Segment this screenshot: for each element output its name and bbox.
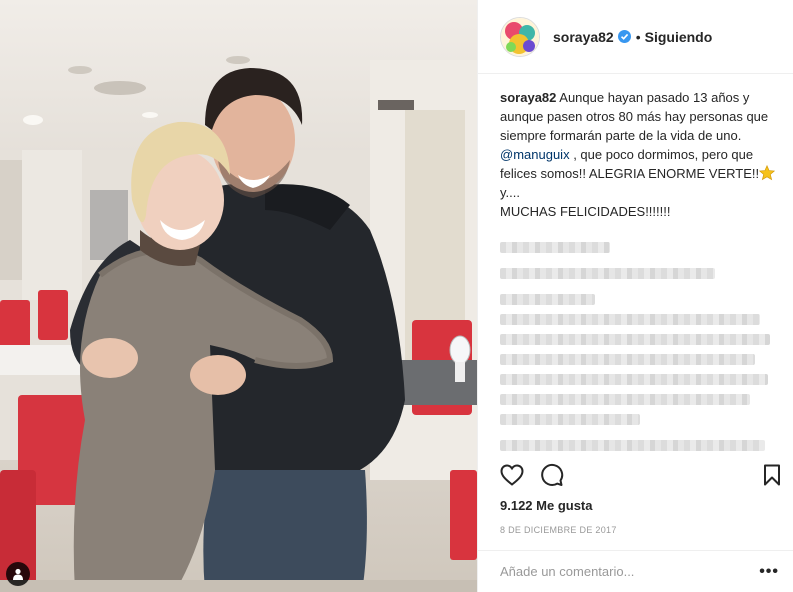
blurred-comment <box>500 334 770 345</box>
caption-text-3: MUCHAS FELICIDADES!!!!!!! <box>500 204 671 219</box>
photo-illustration <box>0 0 477 592</box>
star-emoji-icon <box>759 165 776 181</box>
comment-input[interactable] <box>500 564 760 579</box>
likes-count[interactable]: 9.122 Me gusta <box>500 498 593 513</box>
blurred-comment <box>500 394 750 405</box>
caption-block: soraya82 Aunque hayan pasado 13 años y a… <box>500 88 776 221</box>
post-date[interactable]: 8 DE DICIEMBRE DE 2017 <box>500 525 617 535</box>
comment-bubble-icon <box>541 463 564 486</box>
like-button[interactable] <box>500 463 524 491</box>
following-button[interactable]: Siguiendo <box>645 29 713 45</box>
avatar[interactable] <box>500 16 540 57</box>
blurred-comment <box>500 440 765 451</box>
blurred-comment <box>500 374 768 385</box>
post-header: soraya82 • Siguiendo <box>478 0 793 74</box>
action-bar <box>500 462 781 492</box>
header-username[interactable]: soraya82 <box>553 29 614 45</box>
caption-username[interactable]: soraya82 <box>500 90 556 105</box>
caption-paragraph-1: soraya82 Aunque hayan pasado 13 años y a… <box>500 88 776 221</box>
header-separator: • <box>635 28 641 45</box>
blurred-comment <box>500 414 640 425</box>
more-options-button[interactable]: ••• <box>759 563 779 581</box>
verified-badge-icon <box>617 30 631 43</box>
save-button[interactable] <box>763 464 781 491</box>
instagram-post: soraya82 • Siguiendo soraya82 Aunque hay… <box>0 0 793 592</box>
tagged-user-icon <box>13 568 23 580</box>
blurred-comment <box>500 294 595 305</box>
post-photo[interactable] <box>0 0 477 592</box>
mention-link[interactable]: @manuguix <box>500 147 570 162</box>
profile-picture <box>501 17 539 56</box>
blurred-comment <box>500 354 755 365</box>
post-sidebar: soraya82 • Siguiendo soraya82 Aunque hay… <box>477 0 793 592</box>
blurred-comment <box>500 242 610 253</box>
caption-text-2-end: y.... <box>500 185 520 200</box>
bookmark-icon <box>764 464 780 485</box>
comment-box: ••• <box>478 550 793 592</box>
blurred-comment <box>500 268 715 279</box>
blurred-comment <box>500 314 760 325</box>
comment-button[interactable] <box>540 463 564 492</box>
tagged-users-button[interactable] <box>6 562 30 586</box>
heart-icon <box>500 463 524 486</box>
